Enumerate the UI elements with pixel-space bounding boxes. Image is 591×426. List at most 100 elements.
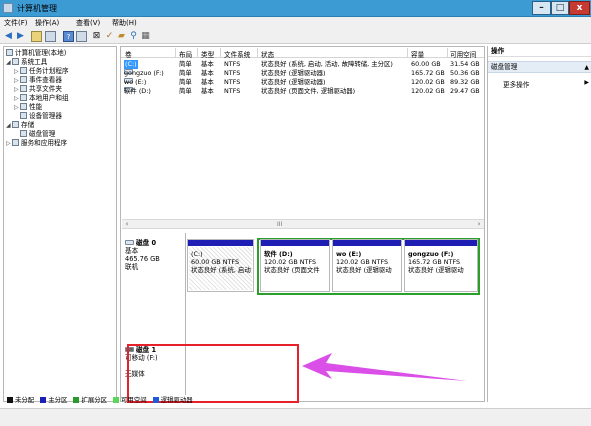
status-bar: [0, 408, 591, 426]
disk0-status: 联机: [125, 263, 139, 271]
partition-d-text: 软件 (D:) 120.02 GB NTFS 状态良好 (页面文件: [264, 250, 320, 274]
forward-icon[interactable]: ▶: [15, 31, 26, 42]
tree-disk-management[interactable]: 磁盘管理: [20, 130, 55, 139]
disk0-info[interactable]: 磁盘 0 基本 465.76 GB 联机: [125, 239, 160, 271]
column-header-capacity[interactable]: 容量: [411, 49, 424, 59]
column-header-filesystem[interactable]: 文件系统: [224, 49, 250, 59]
title-bar: 计算机管理 – □ x: [0, 0, 591, 17]
menu-bar: 文件(F) 操作(A) 查看(V) 帮助(H): [0, 17, 591, 29]
logical-drive-bar: [405, 240, 477, 246]
logical-drive-bar: [333, 240, 401, 246]
partition-c[interactable]: (C:) 60.00 GB NTFS 状态良好 (系统, 启动: [187, 239, 254, 292]
legend-swatch: [7, 397, 13, 403]
partition-e[interactable]: wo (E:) 120.02 GB NTFS 状态良好 (逻辑驱动: [332, 239, 402, 292]
shared-folder-icon: [20, 85, 27, 92]
legend-swatch: [152, 397, 159, 403]
column-separator[interactable]: [407, 48, 408, 57]
partition-c-text: (C:) 60.00 GB NTFS 状态良好 (系统, 启动: [191, 250, 251, 274]
device-manager-icon: [20, 112, 27, 119]
legend-item-extended: 扩展分区: [73, 396, 107, 404]
help-icon[interactable]: ?: [63, 31, 74, 42]
partition-d[interactable]: 软件 (D:) 120.02 GB NTFS 状态良好 (页面文件: [260, 239, 330, 292]
column-header-volume[interactable]: 卷: [125, 49, 132, 59]
tree-storage[interactable]: ◢ 存储: [6, 121, 34, 130]
table-row[interactable]: gongzuo (F:) 简单 基本 NTFS 状态良好 (逻辑驱动器) 165…: [121, 69, 484, 78]
storage-icon: [12, 121, 19, 128]
legend-swatch: [40, 397, 47, 403]
close-button[interactable]: x: [569, 1, 590, 15]
disk0-name: 磁盘 0: [136, 239, 157, 247]
clock-icon: [20, 67, 27, 74]
tree-performance[interactable]: ▷ 性能: [14, 103, 42, 112]
column-header-free-space[interactable]: 可用空间: [450, 49, 476, 59]
actions-pane: 操作 磁盘管理 ▲ 更多操作 ▶: [487, 46, 591, 402]
toolbar: ◀ ▶ ? ⊠ ✓ ▰ ⚲ ▦: [0, 29, 591, 44]
table-row[interactable]: 软件 (D:) 简单 基本 NTFS 状态良好 (页面文件, 逻辑驱动器) 12…: [121, 87, 484, 96]
table-row[interactable]: wo (E:) 简单 基本 NTFS 状态良好 (逻辑驱动器) 120.02 G…: [121, 78, 484, 87]
maximize-button[interactable]: □: [551, 1, 569, 15]
tree-services[interactable]: ▷ 服务和应用程序: [6, 139, 67, 148]
actions-title: 操作: [488, 46, 591, 57]
column-header-type[interactable]: 类型: [201, 49, 214, 59]
navigation-tree: 计算机管理(本地) ◢ 系统工具 ▷ 任务计划程序 ▷ 事件查看器 ▷ 共享文件夹 ▷ 本…: [3, 46, 117, 402]
legend-item-unallocated: 未分配: [7, 396, 34, 404]
tree-device-manager[interactable]: 设备管理器: [20, 112, 62, 121]
scroll-thumb[interactable]: III: [277, 220, 282, 229]
column-header-layout[interactable]: 布局: [179, 49, 192, 59]
tree-system-tools[interactable]: ◢ 系统工具: [6, 58, 47, 67]
tools-icon[interactable]: ▦: [140, 31, 151, 42]
scroll-left-icon[interactable]: ‹: [122, 220, 132, 229]
collapse-caret-icon[interactable]: ▲: [584, 62, 589, 73]
submenu-arrow-icon[interactable]: ▶: [584, 79, 589, 86]
disk0-type: 基本: [125, 247, 139, 255]
legend-item-logical: 逻辑驱动器: [152, 396, 193, 404]
column-separator[interactable]: [197, 48, 198, 57]
properties-icon[interactable]: [76, 31, 87, 42]
partition-e-text: wo (E:) 120.02 GB NTFS 状态良好 (逻辑驱动: [336, 250, 392, 274]
menu-help[interactable]: 帮助(H): [112, 18, 137, 28]
event-log-icon: [20, 76, 27, 83]
menu-action[interactable]: 操作(A): [35, 18, 59, 28]
actions-section-disk-management[interactable]: 磁盘管理 ▲: [488, 61, 591, 73]
tools-icon: [12, 58, 19, 65]
table-row[interactable]: (C:) 简单 基本 NTFS 状态良好 (系统, 启动, 活动, 故障转储, …: [121, 60, 484, 69]
computer-icon: [6, 49, 13, 56]
search-icon[interactable]: ⚲: [128, 31, 139, 42]
up-folder-icon[interactable]: [31, 31, 42, 42]
back-icon[interactable]: ◀: [3, 31, 14, 42]
tree-local-users[interactable]: ▷ 本地用户和组: [14, 94, 69, 103]
column-separator[interactable]: [257, 48, 258, 57]
partition-f-text: gongzuo (F:) 165.72 GB NTFS 状态良好 (逻辑驱动: [408, 250, 464, 274]
logical-drive-bar: [261, 240, 329, 246]
legend-item-primary: 主分区: [40, 396, 67, 404]
disk-icon: [20, 130, 27, 137]
column-separator[interactable]: [220, 48, 221, 57]
legend-swatch: [113, 397, 120, 403]
performance-icon: [20, 103, 27, 110]
tree-task-scheduler[interactable]: ▷ 任务计划程序: [14, 67, 69, 76]
window-title: 计算机管理: [17, 4, 57, 13]
partition-f[interactable]: gongzuo (F:) 165.72 GB NTFS 状态良好 (逻辑驱动: [404, 239, 478, 292]
tree-event-viewer[interactable]: ▷ 事件查看器: [14, 76, 62, 85]
minimize-button[interactable]: –: [532, 1, 551, 15]
delete-icon[interactable]: ⊠: [91, 31, 102, 42]
users-icon: [20, 94, 27, 101]
volume-table-header: 卷 布局 类型 文件系统 状态 容量 可用空间: [121, 47, 484, 59]
menu-file[interactable]: 文件(F): [4, 18, 28, 28]
tree-shared-folders[interactable]: ▷ 共享文件夹: [14, 85, 62, 94]
column-separator[interactable]: [175, 48, 176, 57]
tree-root[interactable]: 计算机管理(本地): [6, 49, 66, 58]
show-hide-tree-icon[interactable]: [45, 31, 56, 42]
column-header-status[interactable]: 状态: [261, 49, 274, 59]
more-actions-link[interactable]: 更多操作: [503, 79, 529, 89]
column-separator[interactable]: [447, 48, 448, 57]
legend: 未分配 主分区 扩展分区 可用空间 逻辑驱动器: [7, 395, 197, 405]
menu-view[interactable]: 查看(V): [76, 18, 100, 28]
open-folder-icon[interactable]: ▰: [116, 31, 127, 42]
legend-swatch: [73, 397, 80, 403]
primary-partition-bar: [188, 240, 253, 246]
horizontal-scrollbar[interactable]: ‹ III ›: [122, 219, 484, 229]
computer-management-icon: [3, 3, 13, 13]
check-icon[interactable]: ✓: [104, 31, 115, 42]
scroll-right-icon[interactable]: ›: [474, 220, 484, 229]
